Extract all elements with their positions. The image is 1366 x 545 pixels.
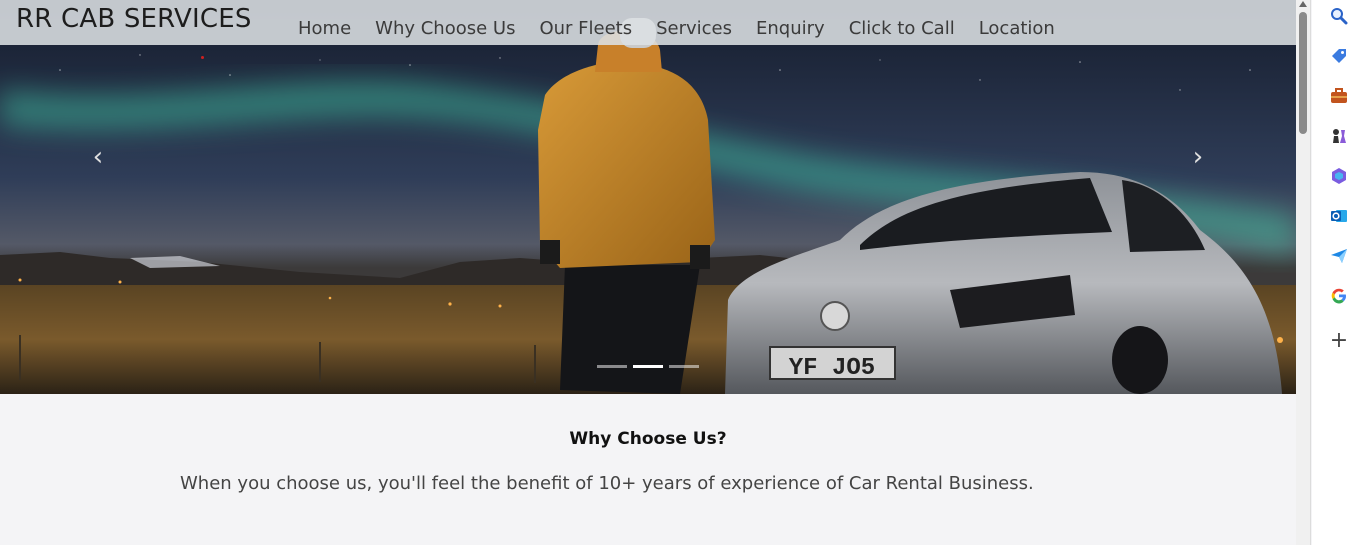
page-scrollbar[interactable] bbox=[1296, 0, 1311, 545]
carousel-indicator-1[interactable] bbox=[597, 365, 627, 368]
scroll-thumb[interactable] bbox=[1299, 12, 1307, 134]
copilot-icon[interactable] bbox=[1329, 166, 1349, 186]
nav-link-enquiry[interactable]: Enquiry bbox=[756, 18, 825, 39]
why-choose-us-heading: Why Choose Us? bbox=[569, 429, 727, 449]
briefcase-icon[interactable] bbox=[1329, 86, 1349, 106]
search-icon[interactable] bbox=[1329, 6, 1349, 26]
carousel-indicator-2[interactable] bbox=[633, 365, 663, 368]
carousel-prev-button[interactable]: ‹ bbox=[86, 144, 110, 170]
hero-image: YF JO5 bbox=[0, 0, 1296, 394]
nav-link-click-to-call[interactable]: Click to Call bbox=[849, 18, 955, 39]
why-choose-us-text: When you choose us, you'll feel the bene… bbox=[180, 473, 1034, 494]
google-icon[interactable] bbox=[1329, 286, 1349, 306]
nav-link-why-choose-us[interactable]: Why Choose Us bbox=[375, 18, 515, 39]
outlook-icon[interactable] bbox=[1329, 206, 1349, 226]
nav-link-our-fleets[interactable]: Our Fleets bbox=[539, 18, 632, 39]
carousel-next-button[interactable]: › bbox=[1186, 144, 1210, 170]
nav-menu: Home Why Choose Us Our Fleets Services E… bbox=[298, 18, 1055, 39]
web-page: YF JO5 ‹ › RR CAB SERVICES Home Why Choo… bbox=[0, 0, 1296, 545]
hero-carousel: YF JO5 ‹ › bbox=[0, 0, 1296, 394]
nav-link-location[interactable]: Location bbox=[979, 18, 1055, 39]
decorative-dot bbox=[201, 56, 204, 59]
browser-sidebar: + bbox=[1312, 0, 1366, 545]
scroll-up-arrow-icon[interactable] bbox=[1299, 1, 1307, 7]
top-navbar: RR CAB SERVICES Home Why Choose Us Our F… bbox=[0, 0, 1296, 45]
add-icon[interactable]: + bbox=[1329, 328, 1349, 353]
brand-logo[interactable]: RR CAB SERVICES bbox=[16, 4, 252, 34]
nav-link-home[interactable]: Home bbox=[298, 18, 351, 39]
carousel-indicator-3[interactable] bbox=[669, 365, 699, 368]
svg-text:YF JO5: YF JO5 bbox=[789, 355, 875, 382]
nav-link-services[interactable]: Services bbox=[656, 18, 732, 39]
send-icon[interactable] bbox=[1329, 246, 1349, 266]
carousel-indicators bbox=[597, 365, 699, 368]
tag-icon[interactable] bbox=[1329, 46, 1349, 66]
chess-icon[interactable] bbox=[1329, 126, 1349, 146]
